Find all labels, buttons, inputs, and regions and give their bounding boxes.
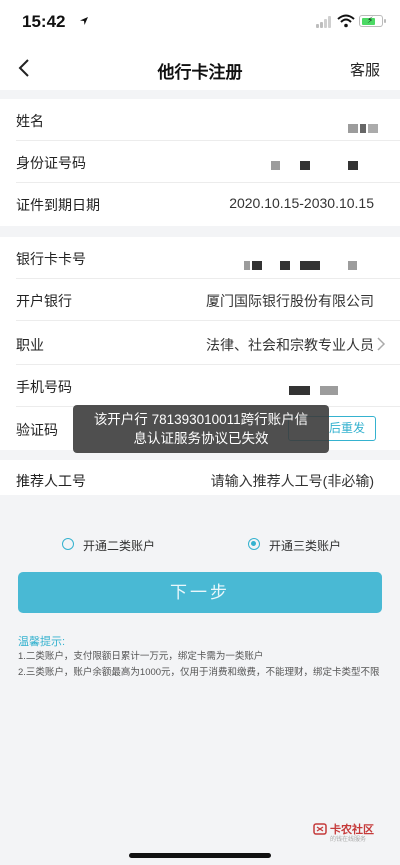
radio-checked-icon[interactable] [248, 538, 260, 550]
navigation-bar: 他行卡注册 客服 [0, 46, 400, 90]
name-row: 姓名 [0, 99, 400, 141]
masked-name-value [348, 124, 358, 133]
toast-line-2: 息认证服务协议已失效 [133, 431, 269, 446]
tips-line-1: 1.二类账户，支付限额日累计一万元，绑定卡需为一类账户 [18, 651, 264, 662]
referrer-row[interactable]: 推荐人工号 请输入推荐人工号(非必输) [0, 460, 400, 495]
toast-line-1: 该开户行 781393010011跨行账户信 [93, 412, 309, 427]
watermark-logo-icon [313, 823, 327, 835]
chevron-right-icon [377, 337, 386, 351]
page-title: 他行卡注册 [157, 63, 243, 82]
tips-title: 温馨提示: [18, 636, 66, 648]
masked-card-value [300, 261, 320, 270]
status-bar: 15:42 ⚡ [0, 0, 400, 46]
phone-row: 手机号码 [0, 365, 400, 407]
bank-row: 开户银行 厦门国际银行股份有限公司 [0, 279, 400, 321]
option-class-two-label: 开通二类账户 [83, 539, 156, 553]
next-step-button[interactable]: 下一步 [18, 572, 382, 613]
cellular-signal-icon [316, 16, 334, 28]
id-expiry-row: 证件到期日期 2020.10.15-2030.10.15 [0, 183, 400, 225]
status-time: 15:42 [22, 12, 66, 31]
masked-id-value [348, 161, 358, 170]
account-type-options: 开通二类账户 开通三类账户 [0, 533, 400, 555]
watermark-subtitle: 的钱在线服务 [330, 837, 367, 843]
occupation-row[interactable]: 职业 法律、社会和宗教专业人员 [0, 323, 400, 365]
home-indicator [129, 853, 271, 858]
toast-message: 该开户行 781393010011跨行账户信 息认证服务协议已失效 [73, 405, 329, 453]
option-class-three-label: 开通三类账户 [269, 539, 342, 553]
bank-card-section: 银行卡卡号 开户银行 厦门国际银行股份有限公司 职业 法律、社会和宗教专业人员 … [0, 237, 400, 495]
masked-id-value [271, 161, 280, 170]
masked-phone-value [289, 386, 310, 395]
name-label: 姓名 [16, 113, 44, 129]
masked-card-value [280, 261, 290, 270]
occupation-label: 职业 [16, 337, 44, 353]
tips-line-2: 2.三类账户，账户余额最高为1000元，仅用于消费和缴费，不能理财，绑定卡类型不… [18, 667, 380, 678]
bank-label: 开户银行 [16, 293, 72, 309]
occupation-value: 法律、社会和宗教专业人员 [206, 337, 374, 353]
identity-section: 姓名 身份证号码 证件到期日期 2020.10.15-2030.10.15 [0, 99, 400, 226]
masked-name-value [368, 124, 378, 133]
masked-phone-value [320, 386, 338, 395]
battery-charging-icon: ⚡ [359, 15, 386, 27]
location-arrow-icon [80, 17, 88, 25]
id-number-row: 身份证号码 [0, 141, 400, 183]
masked-name-value [360, 124, 366, 133]
referrer-label: 推荐人工号 [16, 473, 86, 489]
phone-label: 手机号码 [16, 379, 72, 395]
wifi-icon [337, 14, 355, 28]
card-number-row: 银行卡卡号 [0, 237, 400, 279]
id-number-label: 身份证号码 [16, 155, 86, 171]
customer-service-button[interactable]: 客服 [350, 59, 380, 80]
bank-value: 厦门国际银行股份有限公司 [206, 293, 374, 309]
masked-card-value [348, 261, 357, 270]
masked-card-value [252, 261, 262, 270]
id-expiry-value: 2020.10.15-2030.10.15 [229, 195, 374, 211]
verification-code-label: 验证码 [16, 422, 58, 438]
id-expiry-label: 证件到期日期 [16, 197, 100, 213]
masked-id-value [300, 161, 310, 170]
masked-card-value [244, 261, 250, 270]
card-number-label: 银行卡卡号 [16, 251, 86, 267]
referrer-input[interactable]: 请输入推荐人工号(非必输) [211, 471, 374, 491]
radio-unchecked-icon[interactable] [62, 538, 74, 550]
